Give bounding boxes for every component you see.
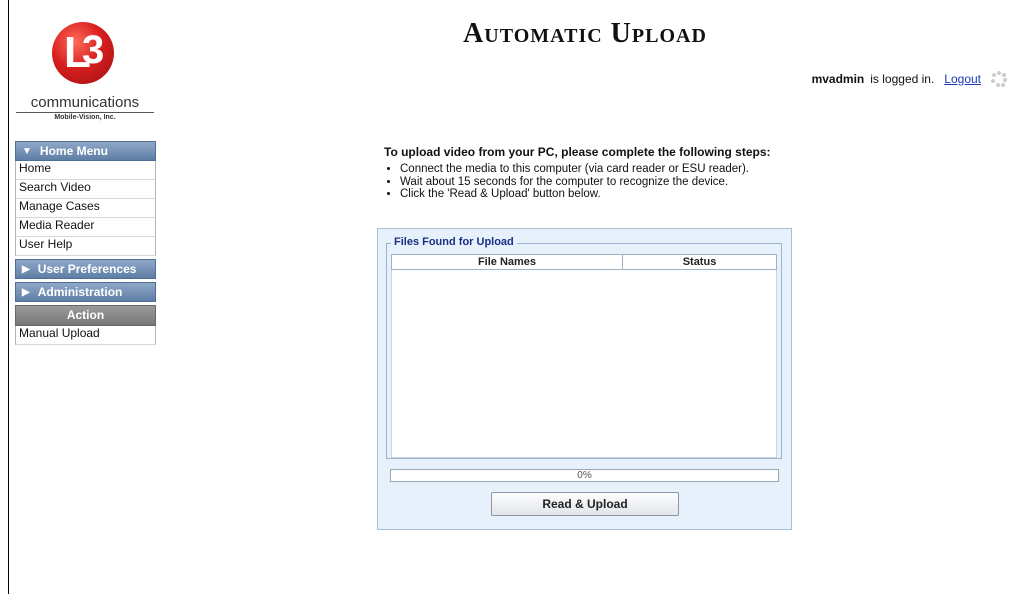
sidebar-header-user-preferences[interactable]: ▶ User Preferences [15,259,156,279]
sidebar-item-media-reader[interactable]: Media Reader [15,218,156,237]
instructions-steps: Connect the media to this computer (via … [384,163,804,201]
loading-spinner-icon [991,71,1007,87]
sidebar-header-label: User Preferences [37,262,137,276]
sidebar-header-label: Administration [37,285,123,299]
files-found-group: Files Found for Upload File Names Status [386,236,782,459]
sidebar-header-administration[interactable]: ▶ Administration [15,282,156,302]
username: mvadmin [811,72,865,86]
sidebar-item-search-video[interactable]: Search Video [15,180,156,199]
upload-instructions: To upload video from your PC, please com… [384,145,804,201]
progress-label: 0% [577,470,592,481]
triangle-down-icon: ▼ [22,145,32,157]
sidebar-item-manage-cases[interactable]: Manage Cases [15,199,156,218]
login-status: mvadmin is logged in. Logout [812,71,1007,87]
sidebar: ▼ Home Menu Home Search Video Manage Cas… [15,141,156,345]
logo-subtitle: Mobile-Vision, Inc. [54,114,116,121]
files-found-legend: Files Found for Upload [391,236,517,248]
instruction-step: Wait about 15 seconds for the computer t… [400,176,804,189]
column-header-status[interactable]: Status [623,254,777,270]
triangle-right-icon: ▶ [22,286,30,298]
triangle-right-icon: ▶ [22,263,30,275]
files-table-body[interactable] [391,270,777,458]
instruction-step: Click the 'Read & Upload' button below. [400,188,804,201]
login-suffix: is logged in. [870,72,935,86]
sidebar-header-label: Home Menu [39,144,108,158]
upload-progress-bar: 0% [390,469,779,482]
logo-company-name: communications [16,94,154,113]
page-title: Automatic Upload [463,18,707,49]
sidebar-header-action: Action [15,305,156,326]
sidebar-item-manual-upload[interactable]: Manual Upload [15,326,156,345]
sidebar-item-home[interactable]: Home [15,161,156,180]
column-header-file-names[interactable]: File Names [391,254,623,270]
files-table-header: File Names Status [391,254,777,270]
sidebar-item-user-help[interactable]: User Help [15,237,156,256]
logout-link[interactable]: Logout [944,72,981,86]
instruction-step: Connect the media to this computer (via … [400,163,804,176]
read-and-upload-button[interactable]: Read & Upload [491,492,679,516]
sidebar-header-home-menu[interactable]: ▼ Home Menu [15,141,156,161]
instructions-heading: To upload video from your PC, please com… [384,145,771,159]
upload-panel: Files Found for Upload File Names Status… [377,228,792,530]
